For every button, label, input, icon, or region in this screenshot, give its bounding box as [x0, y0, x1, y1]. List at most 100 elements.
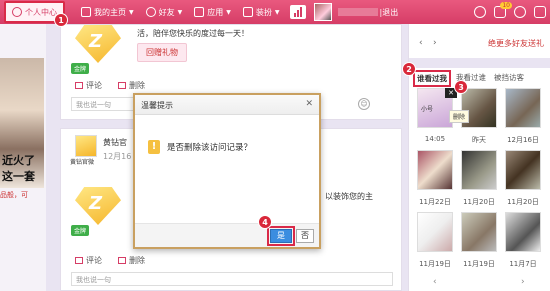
- close-icon[interactable]: ✕: [305, 99, 313, 109]
- visit-time: 11月19日: [463, 260, 495, 268]
- dialog-message: 是否删除该访问记录？: [167, 143, 253, 153]
- ad-line1: 近火了: [2, 154, 35, 167]
- avatar[interactable]: [313, 3, 332, 21]
- visitor-tile[interactable]: [505, 212, 541, 252]
- step-badge-2: 2: [402, 62, 416, 76]
- step-badge-4: 4: [258, 215, 272, 229]
- stats-icon[interactable]: [289, 5, 306, 19]
- my-home-label: 我的主页: [94, 7, 126, 17]
- step-badge-1: 1: [54, 13, 68, 27]
- comment-link[interactable]: 评论: [75, 80, 102, 91]
- card-text: 活，陪伴您快乐的度过每一天！: [137, 29, 249, 38]
- visitor-tile[interactable]: [461, 212, 497, 252]
- visitor-tile[interactable]: [461, 150, 497, 190]
- shirt-icon: [242, 7, 253, 17]
- chevron-down-icon: ▼: [129, 8, 134, 16]
- tab-blocked-visitors[interactable]: 被挡访客: [491, 70, 527, 87]
- delete-link[interactable]: 删除: [118, 255, 145, 266]
- visit-time: 12月16日: [507, 136, 539, 144]
- step-badge-3: 3: [454, 80, 468, 94]
- dress-tab[interactable]: 装扮 ▼: [237, 0, 286, 24]
- ad-link[interactable]: 品般，可: [0, 190, 28, 200]
- confirm-no-button[interactable]: 否: [296, 229, 314, 243]
- confirm-dialog: 温馨提示 ✕ ! 是否删除该访问记录？ 是 否: [133, 93, 321, 249]
- visitor-tabs: 谁看过我 我看过谁 被挡访客: [413, 70, 527, 87]
- friends-tab[interactable]: 好友 ▼: [140, 0, 189, 24]
- visit-time: 11月7日: [509, 260, 537, 268]
- friends-icon: [145, 7, 156, 17]
- top-navigation-bar: 个人中心 我的主页 ▼ 好友 ▼ 应用 ▼ 装扮 ▼ |退出 10: [0, 0, 550, 24]
- visit-time: 14:05: [424, 135, 446, 143]
- mail-icon[interactable]: 10: [494, 2, 512, 18]
- menu-icon[interactable]: [534, 6, 546, 18]
- comment-icon: [75, 82, 83, 89]
- comment-link[interactable]: 评论: [75, 255, 102, 266]
- confirm-yes-button[interactable]: 是: [267, 226, 295, 246]
- topbar-right-icons: 10: [474, 0, 546, 24]
- emoji-icon[interactable]: ☺: [358, 98, 370, 110]
- dress-label: 装扮: [255, 7, 272, 17]
- comment-input[interactable]: 我也说一句: [71, 272, 393, 286]
- next-arrow-icon[interactable]: ›: [433, 38, 437, 48]
- brand-name-small: 黄钻官微: [70, 159, 95, 166]
- visitor-tile[interactable]: [417, 212, 453, 252]
- visit-time: 11月20日: [463, 198, 495, 206]
- comment-label: 评论: [86, 256, 102, 265]
- level-tag: 金牌: [71, 63, 90, 74]
- return-gift-button[interactable]: 回赠礼物: [137, 43, 187, 62]
- visitor-tile[interactable]: [505, 88, 541, 128]
- visitor-tile[interactable]: [505, 150, 541, 190]
- my-home-tab[interactable]: 我的主页 ▼: [75, 0, 140, 24]
- search-icon[interactable]: [474, 6, 486, 18]
- dialog-title: 温馨提示: [141, 101, 173, 110]
- delete-label: 删除: [129, 256, 145, 265]
- delete-link[interactable]: 删除: [118, 80, 145, 91]
- more-gifts-link[interactable]: 绝更多好友送礼: [488, 38, 544, 49]
- chevron-down-icon: ▼: [274, 8, 280, 16]
- home-icon: [81, 7, 91, 17]
- tab-who-visited-me[interactable]: 谁看过我: [413, 70, 451, 87]
- delete-tooltip: 删除: [449, 110, 470, 123]
- apps-label: 应用: [207, 7, 224, 17]
- comment-label: 评论: [86, 81, 102, 90]
- card-actions: 评论 删除: [75, 255, 145, 266]
- username-blurred: [337, 8, 378, 16]
- prev-arrow-icon[interactable]: ‹: [419, 38, 423, 48]
- brand-avatar[interactable]: [75, 135, 97, 157]
- visit-time: 11月22日: [419, 198, 451, 206]
- card-actions: 评论 删除: [75, 80, 145, 91]
- ad-photo[interactable]: 近火了 这一套: [0, 58, 44, 188]
- prev-page-icon[interactable]: ‹: [433, 277, 437, 287]
- poster-name[interactable]: 黄钻官: [103, 137, 127, 148]
- visitor-name: 小号: [420, 106, 433, 113]
- left-ad-strip: 近火了 这一套 品般，可: [0, 24, 46, 291]
- next-page-icon[interactable]: ›: [521, 277, 525, 287]
- panel-separator: [409, 58, 550, 68]
- apps-tab[interactable]: 应用 ▼: [188, 0, 237, 24]
- visit-time: 11月19日: [419, 260, 451, 268]
- chevron-down-icon: ▼: [177, 8, 183, 16]
- personal-center-label: 个人中心: [25, 7, 57, 17]
- chevron-down-icon: ▼: [226, 8, 231, 16]
- dialog-title-bar: 温馨提示 ✕: [135, 95, 319, 115]
- message-count-badge: 10: [500, 2, 512, 9]
- yellow-diamond-logo: Z: [75, 25, 121, 63]
- visit-time: 11月20日: [507, 198, 539, 206]
- trash-icon: [118, 257, 126, 264]
- level-tag: 金牌: [71, 225, 90, 236]
- yellow-diamond-logo: Z: [75, 187, 121, 225]
- logout-link[interactable]: |退出: [380, 7, 399, 18]
- comment-icon: [75, 257, 83, 264]
- post-date: 12月16: [103, 152, 132, 161]
- friends-label: 好友: [158, 7, 175, 17]
- delete-label: 删除: [129, 81, 145, 90]
- warning-icon: !: [148, 140, 160, 154]
- visitor-panel: ‹ › 绝更多好友送礼 谁看过我 我看过谁 被挡访客 小号 14:05 昨天 1…: [408, 24, 550, 291]
- ad-line2: 这一套: [2, 170, 35, 183]
- visit-time: 昨天: [472, 136, 486, 144]
- gear-icon[interactable]: [514, 6, 526, 18]
- visitor-tile[interactable]: [417, 150, 453, 190]
- trash-icon: [118, 82, 126, 89]
- apps-grid-icon: [194, 7, 205, 17]
- user-icon: [12, 7, 22, 17]
